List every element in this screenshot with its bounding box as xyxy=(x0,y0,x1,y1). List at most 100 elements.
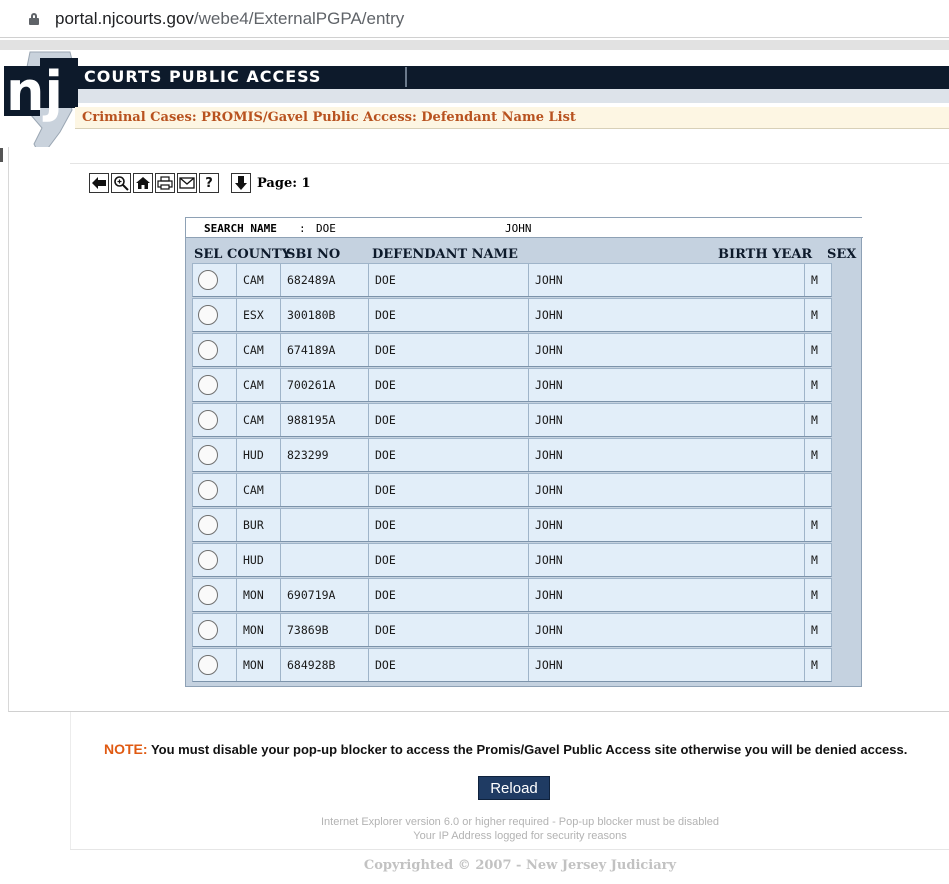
table-row[interactable]: CAM 988195A DOE JOHN M xyxy=(192,403,832,437)
url-host: portal.njcourts.gov xyxy=(55,9,194,28)
row-last-name: DOE xyxy=(369,404,529,436)
row-sex: M xyxy=(811,413,818,427)
select-radio[interactable] xyxy=(198,375,218,395)
table-row[interactable]: HUD DOE JOHN M xyxy=(192,543,832,577)
row-last-name: DOE xyxy=(369,579,529,611)
download-arrow-icon[interactable] xyxy=(231,173,251,193)
row-sex: M xyxy=(811,308,818,322)
url-text[interactable]: portal.njcourts.gov/webe4/ExternalPGPA/e… xyxy=(55,9,404,29)
row-county: BUR xyxy=(237,509,281,541)
row-select-cell xyxy=(193,509,237,541)
table-row[interactable]: MON 690719A DOE JOHN M xyxy=(192,578,832,612)
select-radio[interactable] xyxy=(198,445,218,465)
row-sbi-no: 73869B xyxy=(281,614,369,646)
row-sex: M xyxy=(811,623,818,637)
note-lead: NOTE: xyxy=(104,741,148,757)
banner-under-stripe xyxy=(60,89,949,103)
row-select-cell xyxy=(193,334,237,366)
row-last-name: DOE xyxy=(369,299,529,331)
row-first-name: JOHN xyxy=(529,299,805,331)
select-radio[interactable] xyxy=(198,480,218,500)
row-sex: M xyxy=(811,588,818,602)
row-first-name: JOHN xyxy=(529,264,805,296)
table-row[interactable]: BUR DOE JOHN M xyxy=(192,508,832,542)
select-radio[interactable] xyxy=(198,270,218,290)
logo-text: nj xyxy=(6,60,63,123)
address-bar[interactable]: portal.njcourts.gov/webe4/ExternalPGPA/e… xyxy=(0,0,949,38)
row-last-name: DOE xyxy=(369,649,529,681)
row-sex xyxy=(805,474,831,506)
row-last-name: DOE xyxy=(369,509,529,541)
row-last-name: DOE xyxy=(369,439,529,471)
col-header-sel: SEL xyxy=(194,247,223,262)
back-arrow-icon[interactable] xyxy=(89,173,109,193)
row-county: CAM xyxy=(237,264,281,296)
reload-button[interactable]: Reload xyxy=(478,776,550,800)
row-county: CAM xyxy=(237,474,281,506)
row-sex: M xyxy=(811,518,818,532)
col-header-county: COUNTY xyxy=(227,247,291,262)
panel-divider xyxy=(70,163,949,164)
row-first-name: JOHN xyxy=(529,334,805,366)
search-separator: : xyxy=(299,222,306,235)
row-sex: M xyxy=(811,273,818,287)
col-header-sbi-no: SBI NO xyxy=(286,247,341,262)
row-last-name: DOE xyxy=(369,334,529,366)
row-first-name: JOHN xyxy=(529,509,805,541)
lock-icon xyxy=(29,13,39,25)
row-select-cell xyxy=(193,369,237,401)
table-row[interactable]: CAM 682489A DOE JOHN M xyxy=(192,263,832,297)
row-sbi-no: 700261A xyxy=(281,369,369,401)
row-last-name: DOE xyxy=(369,369,529,401)
row-sex: M xyxy=(811,658,818,672)
row-select-cell xyxy=(193,439,237,471)
table-row[interactable]: MON 684928B DOE JOHN M xyxy=(192,648,832,682)
select-radio[interactable] xyxy=(198,620,218,640)
col-header-sex: SEX xyxy=(827,247,857,262)
browser-requirement-text: Internet Explorer version 6.0 or higher … xyxy=(320,816,720,828)
url-path: /webe4/ExternalPGPA/entry xyxy=(193,9,405,28)
row-county: ESX xyxy=(237,299,281,331)
email-icon[interactable] xyxy=(177,173,197,193)
select-radio[interactable] xyxy=(198,585,218,605)
row-first-name: JOHN xyxy=(529,579,805,611)
row-first-name: JOHN xyxy=(529,404,805,436)
row-sbi-no xyxy=(281,544,369,576)
select-radio[interactable] xyxy=(198,340,218,360)
row-county: MON xyxy=(237,579,281,611)
print-icon[interactable] xyxy=(155,173,175,193)
select-radio[interactable] xyxy=(198,515,218,535)
table-row[interactable]: MON 73869B DOE JOHN M xyxy=(192,613,832,647)
select-radio[interactable] xyxy=(198,655,218,675)
row-last-name: DOE xyxy=(369,474,529,506)
row-select-cell xyxy=(193,404,237,436)
row-sbi-no: 674189A xyxy=(281,334,369,366)
row-sbi-no: 690719A xyxy=(281,579,369,611)
select-radio[interactable] xyxy=(198,305,218,325)
page-indicator: Page: 1 xyxy=(257,175,311,191)
row-first-name: JOHN xyxy=(529,649,805,681)
row-sex: M xyxy=(811,343,818,357)
col-header-defendant-name: DEFENDANT NAME xyxy=(372,247,518,262)
row-county: HUD xyxy=(237,439,281,471)
row-select-cell xyxy=(193,264,237,296)
table-row[interactable]: HUD 823299 DOE JOHN M xyxy=(192,438,832,472)
table-row[interactable]: ESX 300180B DOE JOHN M xyxy=(192,298,832,332)
row-select-cell xyxy=(193,474,237,506)
table-row[interactable]: CAM DOE JOHN xyxy=(192,473,832,507)
search-zoom-icon[interactable] xyxy=(111,173,131,193)
title-divider xyxy=(405,67,407,87)
table-row[interactable]: CAM 700261A DOE JOHN M xyxy=(192,368,832,402)
select-radio[interactable] xyxy=(198,550,218,570)
row-last-name: DOE xyxy=(369,264,529,296)
results-table: SEARCH NAME : DOE JOHN SEL COUNTY SBI NO… xyxy=(185,217,863,687)
select-radio[interactable] xyxy=(198,410,218,430)
site-title: COURTS PUBLIC ACCESS xyxy=(84,67,322,86)
search-last-name: DOE xyxy=(316,222,336,235)
table-row[interactable]: CAM 674189A DOE JOHN M xyxy=(192,333,832,367)
footer-left-rule xyxy=(70,712,71,850)
breadcrumb: Criminal Cases: PROMIS/Gavel Public Acce… xyxy=(82,110,576,125)
help-icon[interactable]: ? xyxy=(199,173,219,193)
home-icon[interactable] xyxy=(133,173,153,193)
row-sbi-no: 684928B xyxy=(281,649,369,681)
